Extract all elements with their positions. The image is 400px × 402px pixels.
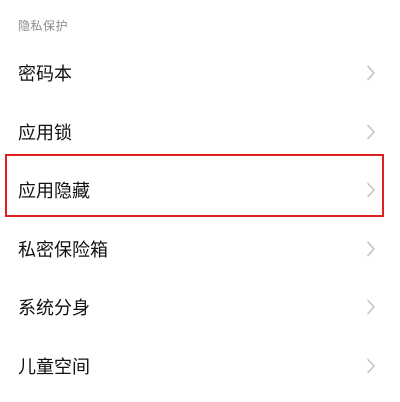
settings-item-kids-space[interactable]: 儿童空间 <box>0 337 400 396</box>
settings-item-label: 应用隐藏 <box>18 181 90 203</box>
settings-item-label: 系统分身 <box>18 298 90 320</box>
settings-item-label: 密码本 <box>18 64 72 86</box>
settings-item-password-book[interactable]: 密码本 <box>0 44 400 103</box>
settings-list: 密码本 应用锁 应用隐藏 私密保险箱 系统分身 儿童空间 <box>0 44 400 395</box>
settings-item-label: 私密保险箱 <box>18 239 108 261</box>
section-header-privacy: 隐私保护 <box>18 19 69 33</box>
settings-item-system-clone[interactable]: 系统分身 <box>0 278 400 337</box>
settings-item-label: 儿童空间 <box>18 356 90 378</box>
chevron-right-icon <box>366 65 376 81</box>
settings-item-app-hide[interactable]: 应用隐藏 <box>0 161 400 220</box>
chevron-right-icon <box>366 124 376 140</box>
chevron-right-icon <box>366 299 376 315</box>
chevron-right-icon <box>366 241 376 257</box>
settings-item-label: 应用锁 <box>18 122 72 144</box>
chevron-right-icon <box>366 182 376 198</box>
chevron-right-icon <box>366 358 376 374</box>
settings-item-private-safe[interactable]: 私密保险箱 <box>0 220 400 279</box>
settings-item-app-lock[interactable]: 应用锁 <box>0 103 400 162</box>
